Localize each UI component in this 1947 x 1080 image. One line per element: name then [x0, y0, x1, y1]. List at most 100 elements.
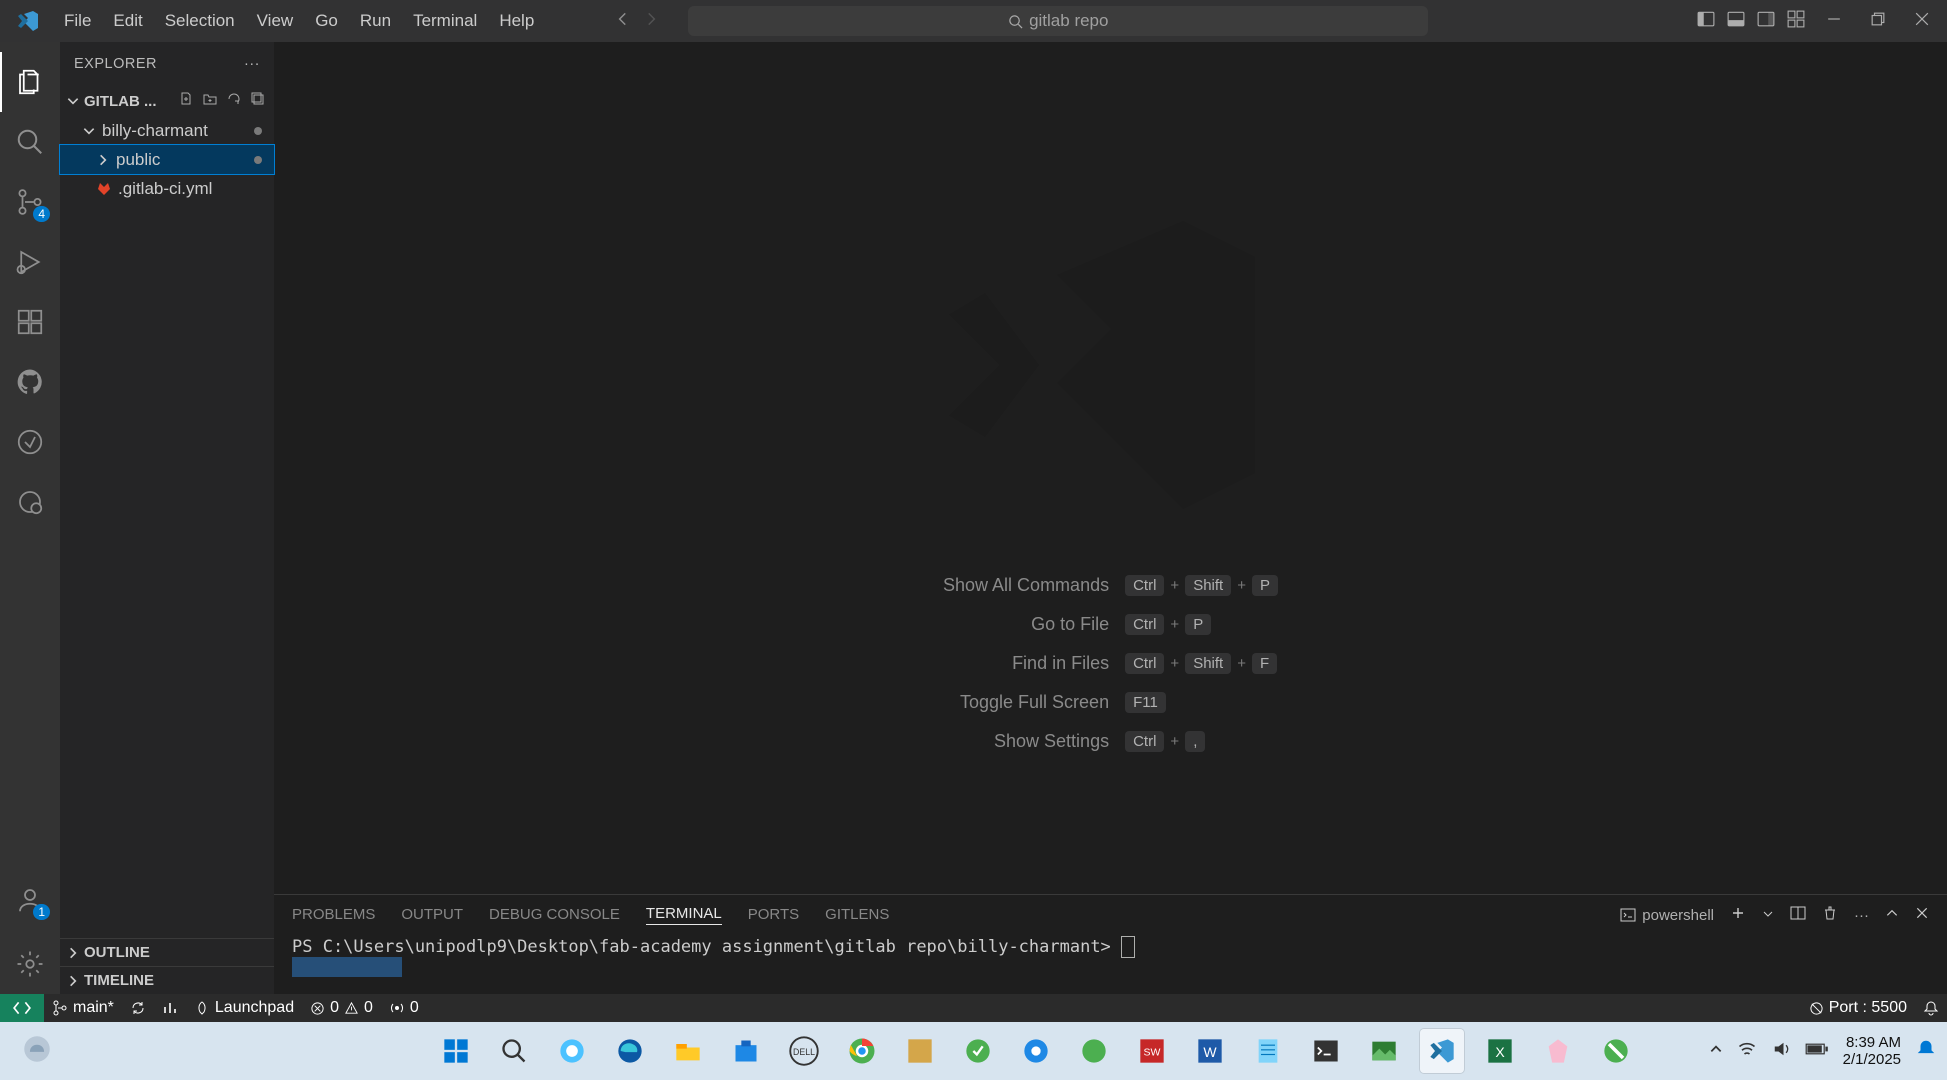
taskbar-weather-icon[interactable] [20, 1032, 54, 1071]
status-launchpad[interactable]: Launchpad [186, 999, 302, 1017]
taskbar-dell[interactable]: DELL [782, 1029, 826, 1073]
menu-view[interactable]: View [247, 7, 304, 35]
taskbar-photos[interactable] [1362, 1029, 1406, 1073]
kill-terminal-icon[interactable] [1822, 905, 1838, 925]
taskbar-cmd[interactable] [1304, 1029, 1348, 1073]
graph-icon [162, 1000, 178, 1016]
activity-source-control[interactable]: 4 [0, 172, 60, 232]
explorer-sidebar: EXPLORER ··· GITLAB ... billy-charmant p… [60, 42, 274, 994]
window-close-icon[interactable] [1915, 11, 1929, 31]
status-sync[interactable] [122, 1000, 154, 1016]
chevron-right-icon [66, 974, 80, 988]
menu-selection[interactable]: Selection [155, 7, 245, 35]
status-problems[interactable]: 0 0 [302, 999, 381, 1017]
activity-gitlens[interactable] [0, 412, 60, 472]
timeline-section[interactable]: TIMELINE [60, 966, 274, 994]
activity-extensions[interactable] [0, 292, 60, 352]
activity-accounts[interactable]: 1 [0, 870, 60, 930]
tray-clock[interactable]: 8:39 AM 2/1/2025 [1843, 1034, 1901, 1069]
tray-volume-icon[interactable] [1771, 1039, 1791, 1063]
tray-chevron-icon[interactable] [1709, 1042, 1723, 1060]
remote-icon [13, 999, 31, 1017]
toggle-panel-icon[interactable] [1727, 10, 1745, 33]
activity-explorer[interactable] [0, 52, 60, 112]
tray-battery-icon[interactable] [1805, 1041, 1829, 1061]
activity-debug[interactable] [0, 232, 60, 292]
terminal-body[interactable]: PS C:\Users\unipodlp9\Desktop\fab-academ… [274, 935, 1947, 994]
menu-file[interactable]: File [54, 7, 101, 35]
debug-icon [15, 247, 45, 277]
activity-search[interactable] [0, 112, 60, 172]
sync-icon [130, 1000, 146, 1016]
panel-tab-gitlens[interactable]: GITLENS [825, 906, 889, 925]
taskbar-app6[interactable] [1594, 1029, 1638, 1073]
branch-name: main* [73, 999, 114, 1017]
tree-folder-public[interactable]: public [60, 145, 274, 174]
command-center-search[interactable]: gitlab repo [688, 6, 1428, 36]
customize-layout-icon[interactable] [1787, 10, 1805, 33]
toggle-secondary-sidebar-icon[interactable] [1757, 10, 1775, 33]
menu-terminal[interactable]: Terminal [403, 7, 487, 35]
taskbar-search[interactable] [492, 1029, 536, 1073]
taskbar-app4[interactable] [1072, 1029, 1116, 1073]
refresh-icon[interactable] [226, 91, 242, 111]
menu-run[interactable]: Run [350, 7, 401, 35]
taskbar-start[interactable] [434, 1029, 478, 1073]
taskbar-copilot[interactable] [550, 1029, 594, 1073]
panel-close-icon[interactable] [1915, 906, 1929, 924]
panel-tab-output[interactable]: OUTPUT [401, 906, 463, 925]
terminal-profile-label[interactable]: powershell [1620, 907, 1714, 924]
new-file-icon[interactable] [178, 91, 194, 111]
terminal-dropdown-icon[interactable] [1762, 907, 1774, 924]
activity-github[interactable] [0, 352, 60, 412]
panel-tab-terminal[interactable]: TERMINAL [646, 905, 722, 925]
taskbar-explorer[interactable] [666, 1029, 710, 1073]
taskbar-app1[interactable] [898, 1029, 942, 1073]
status-ports[interactable]: 0 [381, 999, 427, 1017]
panel-maximize-icon[interactable] [1885, 906, 1899, 924]
activity-settings[interactable] [0, 934, 60, 994]
taskbar-chrome[interactable] [840, 1029, 884, 1073]
menu-go[interactable]: Go [305, 7, 348, 35]
taskbar-edge[interactable] [608, 1029, 652, 1073]
status-notifications[interactable] [1915, 1000, 1947, 1016]
menu-help[interactable]: Help [489, 7, 544, 35]
tree-file-gitlab-ci[interactable]: .gitlab-ci.yml [60, 174, 274, 203]
menu-edit[interactable]: Edit [103, 7, 152, 35]
activity-extra[interactable] [0, 472, 60, 532]
tray-notifications-icon[interactable] [1915, 1038, 1937, 1064]
taskbar-notepad[interactable] [1246, 1029, 1290, 1073]
panel-tab-problems[interactable]: PROBLEMS [292, 906, 375, 925]
explorer-more-icon[interactable]: ··· [244, 56, 260, 72]
taskbar-vscode[interactable] [1420, 1029, 1464, 1073]
status-live-server[interactable]: Port : 5500 [1801, 999, 1915, 1017]
nav-forward-icon[interactable] [642, 10, 660, 33]
split-terminal-icon[interactable] [1790, 905, 1806, 925]
status-branch[interactable]: main* [44, 999, 122, 1017]
window-restore-icon[interactable] [1871, 11, 1885, 31]
remote-indicator[interactable] [0, 994, 44, 1022]
taskbar-excel[interactable]: X [1478, 1029, 1522, 1073]
taskbar-solidworks[interactable]: SW [1130, 1029, 1174, 1073]
tree-folder-root[interactable]: billy-charmant [60, 116, 274, 145]
svg-text:DELL: DELL [793, 1047, 815, 1057]
window-minimize-icon[interactable] [1827, 11, 1841, 31]
panel-more-icon[interactable]: ··· [1854, 907, 1869, 924]
nav-back-icon[interactable] [614, 10, 632, 33]
taskbar-app3[interactable] [1014, 1029, 1058, 1073]
taskbar-store[interactable] [724, 1029, 768, 1073]
taskbar-app2[interactable] [956, 1029, 1000, 1073]
collapse-all-icon[interactable] [250, 91, 266, 111]
new-terminal-icon[interactable] [1730, 905, 1746, 925]
status-graph[interactable] [154, 1000, 186, 1016]
tray-wifi-icon[interactable] [1737, 1039, 1757, 1063]
vscode-watermark-icon [931, 185, 1291, 545]
panel-tab-ports[interactable]: PORTS [748, 906, 799, 925]
outline-section[interactable]: OUTLINE [60, 938, 274, 966]
workspace-section-header[interactable]: GITLAB ... [60, 86, 274, 116]
taskbar-app5[interactable] [1536, 1029, 1580, 1073]
panel-tab-debug[interactable]: DEBUG CONSOLE [489, 906, 620, 925]
new-folder-icon[interactable] [202, 91, 218, 111]
taskbar-word[interactable]: W [1188, 1029, 1232, 1073]
toggle-primary-sidebar-icon[interactable] [1697, 10, 1715, 33]
